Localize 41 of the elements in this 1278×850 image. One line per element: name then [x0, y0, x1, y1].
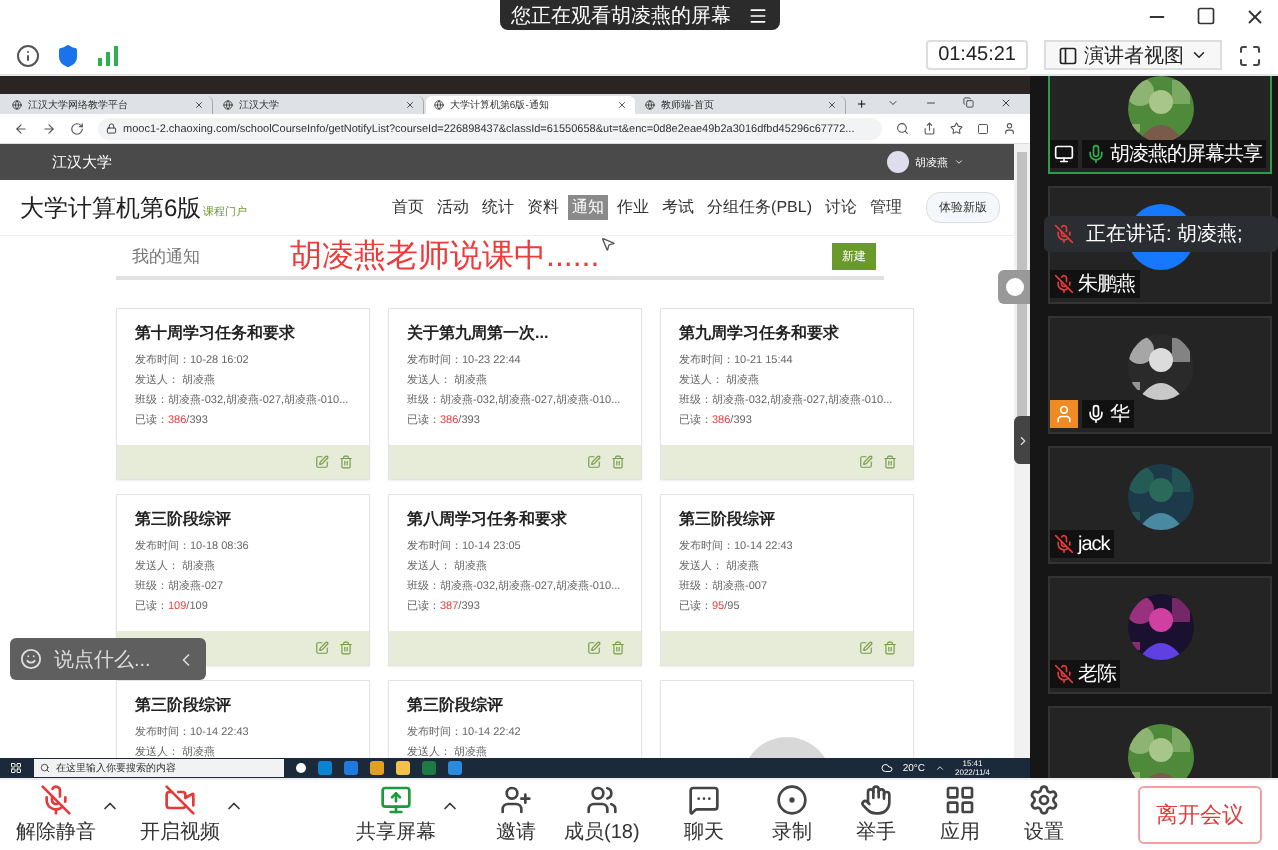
presenting-notice: 胡凌燕老师说课中...... — [290, 235, 600, 277]
toolbar-button[interactable]: 设置 — [1023, 784, 1064, 846]
nav-tab[interactable]: 作业 — [613, 195, 654, 220]
notice-title: 第三阶段综评 — [679, 509, 777, 530]
nav-tab[interactable]: 管理 — [866, 195, 906, 220]
participant-name: jack — [1050, 530, 1114, 558]
meeting-timer: 01:45:21 — [926, 40, 1028, 70]
toolbar-button[interactable]: 共享屏幕 — [356, 784, 436, 846]
participant-name: 老陈 — [1050, 660, 1120, 688]
notice-title: 关于第九周第一次... — [407, 323, 551, 344]
leave-button[interactable]: 离开会议 — [1138, 786, 1262, 844]
notice-title: 第十周学习任务和要求 — [135, 323, 297, 344]
notice-title: 第三阶段综评 — [135, 509, 233, 530]
notice-title: 第九周学习任务和要求 — [679, 323, 841, 344]
participant-name: 胡凌燕的屏幕共享 — [1082, 140, 1266, 168]
nav-tab[interactable]: 统计 — [478, 195, 519, 220]
toolbar-button[interactable]: 应用 — [939, 784, 980, 846]
nav-tab[interactable]: 首页 — [388, 195, 429, 220]
toolbar-button[interactable]: 举手 — [855, 784, 896, 846]
participant-name: 华 — [1082, 400, 1133, 428]
chat-bar[interactable]: 说点什么... — [10, 638, 206, 680]
toolbar-button[interactable]: 开启视频 — [140, 784, 220, 846]
toolbar-button[interactable]: 邀请 — [496, 784, 536, 846]
banner-text: 您正在观看胡凌燕的屏幕 — [511, 3, 731, 29]
notice-title: 第三阶段综评 — [407, 695, 505, 716]
speaking-text: 正在讲话: 胡凌燕; — [1086, 221, 1243, 248]
nav-tab[interactable]: 考试 — [658, 195, 699, 220]
toolbar-button[interactable]: 解除静音 — [16, 784, 96, 846]
toolbar-button[interactable]: 聊天 — [683, 784, 724, 846]
nav-tab[interactable]: 分组任务(PBL) — [703, 195, 816, 220]
participant-name: 朱鹏燕 — [1050, 270, 1139, 298]
notice-title: 第三阶段综评 — [135, 695, 233, 716]
nav-tab[interactable]: 资料 — [523, 195, 564, 220]
view-dropdown[interactable]: 演讲者视图 — [1044, 40, 1222, 70]
toolbar-button[interactable]: 录制 — [771, 784, 812, 846]
nav-tab[interactable]: 活动 — [433, 195, 474, 220]
course-title: 大学计算机第6版 — [20, 192, 202, 224]
nav-tab[interactable]: 讨论 — [821, 195, 861, 220]
notice-title: 第八周学习任务和要求 — [407, 509, 569, 530]
section-title: 我的通知 — [132, 244, 200, 268]
toolbar-button[interactable]: 成员(18) — [564, 784, 640, 846]
